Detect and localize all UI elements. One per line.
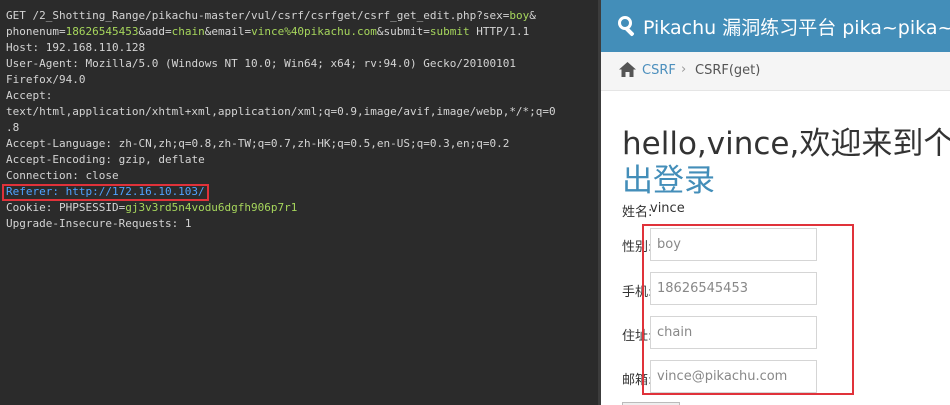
request-segment: Connection: bbox=[6, 169, 86, 182]
request-segment: Accept-Encoding: bbox=[6, 153, 119, 166]
request-segment: close bbox=[85, 169, 119, 182]
request-segment: Cookie: PHPSESSID= bbox=[6, 201, 126, 214]
request-segment: & bbox=[529, 9, 536, 22]
request-segment: Upgrade-Insecure-Requests: bbox=[6, 217, 185, 230]
request-line: Accept-Language: zh-CN,zh;q=0.8,zh-TW;q=… bbox=[6, 136, 594, 152]
request-segment: &email= bbox=[204, 25, 252, 38]
home-icon[interactable] bbox=[619, 62, 636, 77]
breadcrumb-current: CSRF(get) bbox=[695, 63, 761, 78]
request-line: GET /2_Shotting_Range/pikachu-master/vul… bbox=[6, 8, 594, 24]
request-line: Connection: close bbox=[6, 168, 594, 184]
request-segment: submit bbox=[429, 25, 470, 38]
request-segment: 1 bbox=[184, 217, 192, 230]
logout-link[interactable]: 出登录 bbox=[622, 155, 715, 200]
request-line: phonenum=18626545453&add=chain&email=vin… bbox=[6, 24, 594, 40]
request-segment: vince%40pikachu.com bbox=[251, 25, 377, 38]
request-segment: Firefox/94.0 bbox=[6, 73, 86, 86]
site-title[interactable]: Pikachu 漏洞练习平台 pika~pika~ bbox=[643, 13, 950, 40]
request-segment: &submit= bbox=[376, 25, 430, 38]
request-line: .8 bbox=[6, 120, 594, 136]
request-segment: HTTP/1.1 bbox=[469, 25, 530, 38]
request-segment: .8 bbox=[6, 121, 20, 134]
request-segment: Mozilla/5.0 (Windows NT 10.0; Win64; x64… bbox=[85, 57, 516, 70]
breadcrumb-csrf-link[interactable]: CSRF bbox=[642, 63, 676, 78]
request-line: Accept: bbox=[6, 88, 594, 104]
request-segment: User-Agent: bbox=[6, 57, 86, 70]
request-line: text/html,application/xhtml+xml,applicat… bbox=[6, 104, 594, 120]
breadcrumb-separator: › bbox=[681, 62, 687, 77]
breadcrumb: CSRF › CSRF(get) bbox=[601, 52, 950, 91]
wrench-icon bbox=[618, 16, 635, 37]
request-segment: 18626545453 bbox=[65, 25, 139, 38]
request-line: Firefox/94.0 bbox=[6, 72, 594, 88]
request-segment: Accept: bbox=[6, 89, 53, 102]
request-segment: gj3v3rd5n4vodu6dgfh906p7r1 bbox=[125, 201, 298, 214]
request-line: Upgrade-Insecure-Requests: 1 bbox=[6, 216, 594, 232]
request-segment: zh-CN,zh;q=0.8,zh-TW;q=0.7,zh-HK;q=0.5,e… bbox=[118, 137, 510, 150]
request-line: Referer: http://172.16.10.103/ bbox=[2, 184, 594, 201]
request-line: Accept-Encoding: gzip, deflate bbox=[6, 152, 594, 168]
browser-page: Pikachu 漏洞练习平台 pika~pika~ CSRF › CSRF(ge… bbox=[601, 0, 950, 405]
request-segment: &add= bbox=[138, 25, 172, 38]
name-value: vince bbox=[650, 201, 685, 216]
request-line: Cookie: PHPSESSID=gj3v3rd5n4vodu6dgfh906… bbox=[6, 200, 594, 216]
referer-highlight-box bbox=[2, 184, 209, 201]
request-text: GET /2_Shotting_Range/pikachu-master/vul… bbox=[2, 8, 594, 232]
request-segment: boy bbox=[509, 9, 530, 22]
request-segment: 192.168.110.128 bbox=[45, 41, 146, 54]
request-segment: GET /2_Shotting_Range/pikachu-master/vul… bbox=[6, 9, 510, 22]
fields-highlight-box bbox=[642, 224, 854, 395]
request-segment: Host: bbox=[6, 41, 46, 54]
name-label: 姓名: bbox=[622, 205, 653, 220]
request-line: User-Agent: Mozilla/5.0 (Windows NT 10.0… bbox=[6, 56, 594, 72]
request-segment: phonenum= bbox=[6, 25, 66, 38]
request-segment: text/html,application/xhtml+xml,applicat… bbox=[6, 105, 556, 118]
http-request-pane: GET /2_Shotting_Range/pikachu-master/vul… bbox=[0, 0, 599, 405]
request-segment: chain bbox=[171, 25, 205, 38]
request-line: Host: 192.168.110.128 bbox=[6, 40, 594, 56]
request-segment: gzip, deflate bbox=[118, 153, 205, 166]
top-navbar: Pikachu 漏洞练习平台 pika~pika~ bbox=[601, 0, 950, 52]
request-segment: Accept-Language: bbox=[6, 137, 119, 150]
